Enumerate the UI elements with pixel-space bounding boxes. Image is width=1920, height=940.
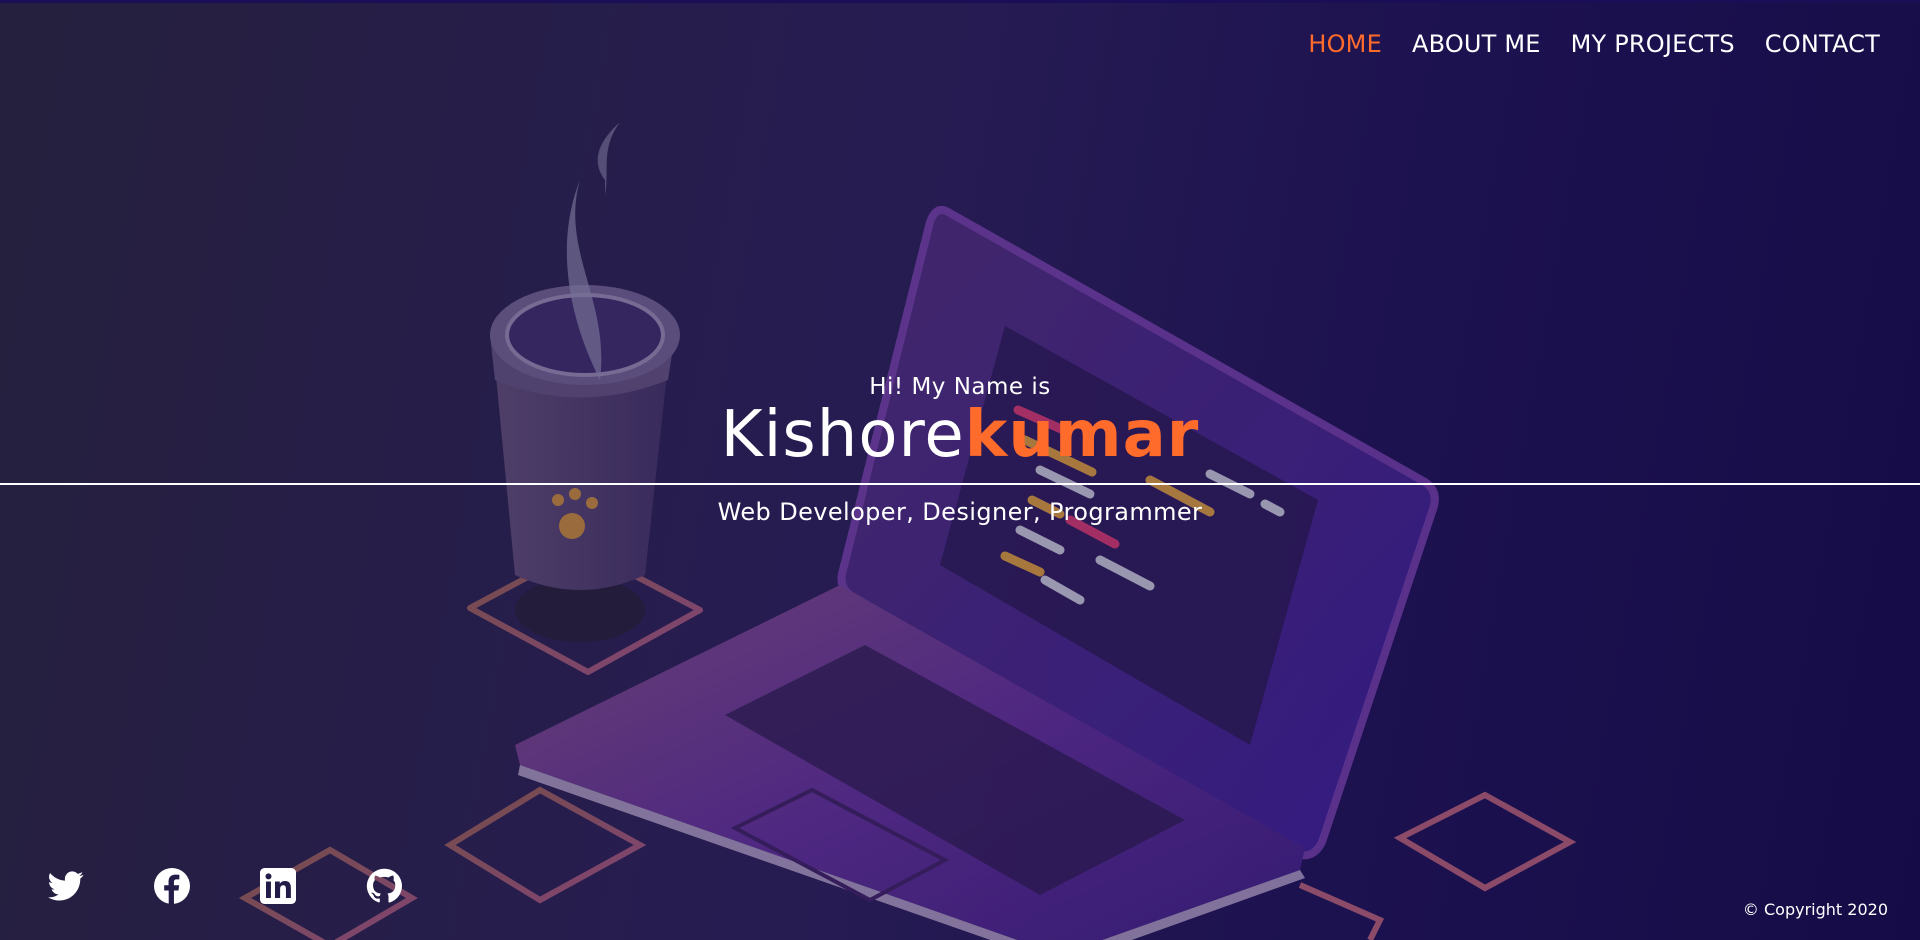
hero-greeting: Hi! My Name is [869,374,1051,400]
hero-roles: Web Developer, Designer, Programmer [717,498,1203,526]
nav-about-link[interactable]: ABOUT ME [1412,30,1541,58]
nav-home-link[interactable]: HOME [1308,30,1382,58]
hero-divider [0,483,1920,485]
nav-contact-link[interactable]: CONTACT [1765,30,1880,58]
copyright-text: © Copyright 2020 [1742,900,1888,919]
hero-name: Kishorekumar [0,398,1920,472]
main-nav: HOME ABOUT ME MY PROJECTS CONTACT [1308,30,1880,58]
github-icon[interactable] [366,868,402,904]
facebook-icon[interactable] [154,868,190,904]
twitter-icon[interactable] [48,868,84,904]
social-links [48,868,402,904]
hero-last-name: kumar [964,398,1200,472]
hero-first-name: Kishore [720,398,965,472]
nav-projects-link[interactable]: MY PROJECTS [1571,30,1735,58]
linkedin-icon[interactable] [260,868,296,904]
